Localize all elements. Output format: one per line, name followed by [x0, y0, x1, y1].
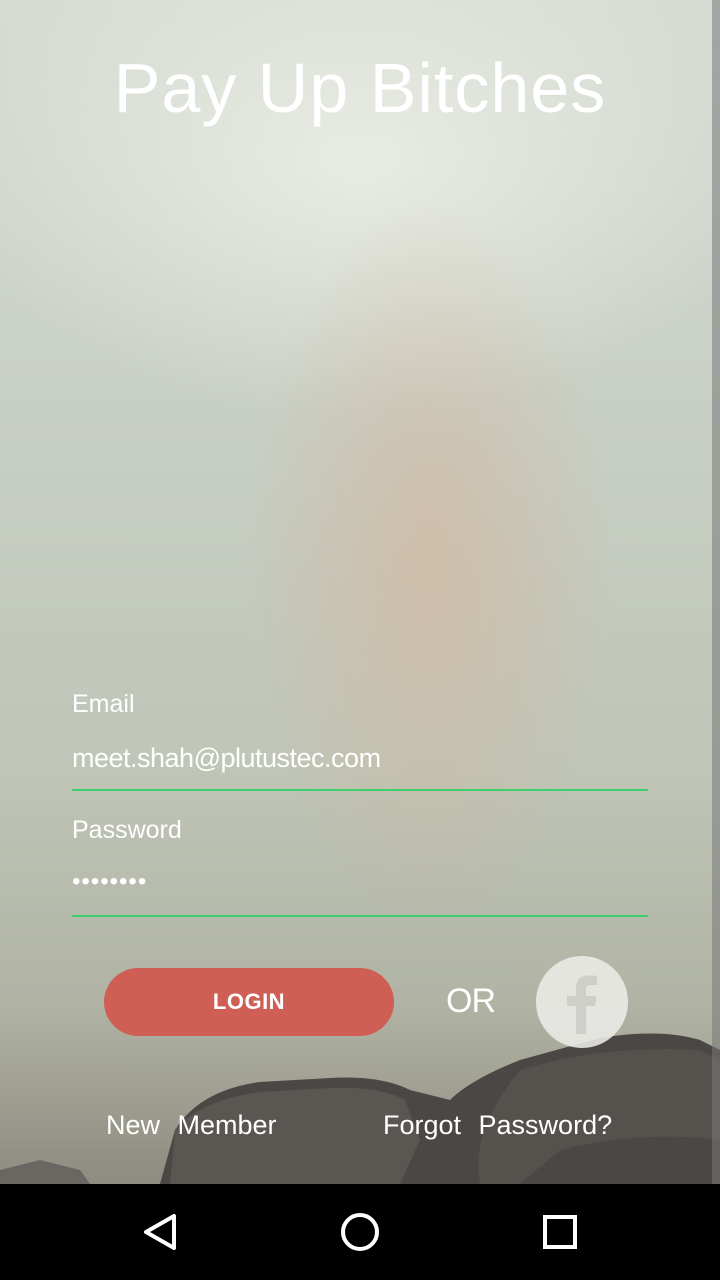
home-icon[interactable] — [336, 1208, 384, 1256]
facebook-icon — [567, 975, 597, 1034]
password-field[interactable]: •••••••• — [72, 868, 147, 896]
password-label: Password — [72, 816, 182, 844]
app-title: Pay Up Bitches — [113, 49, 607, 127]
password-underline — [72, 915, 648, 917]
login-button[interactable]: LOGIN — [104, 968, 394, 1036]
email-field[interactable]: meet.shah@plutustec.com — [72, 743, 381, 774]
forgot-password-link[interactable]: Forgot Password? — [383, 1110, 612, 1141]
email-underline — [72, 789, 648, 791]
system-nav-bar — [0, 1184, 720, 1280]
back-icon[interactable] — [136, 1208, 184, 1256]
email-label: Email — [72, 690, 135, 718]
new-member-link[interactable]: New Member — [106, 1110, 277, 1141]
facebook-login-button[interactable] — [536, 956, 628, 1048]
or-separator: OR — [446, 982, 496, 1020]
recents-icon[interactable] — [536, 1208, 584, 1256]
scrollbar[interactable] — [712, 0, 720, 1184]
login-screen: Pay Up Bitches Email meet.shah@plutustec… — [0, 0, 720, 1280]
